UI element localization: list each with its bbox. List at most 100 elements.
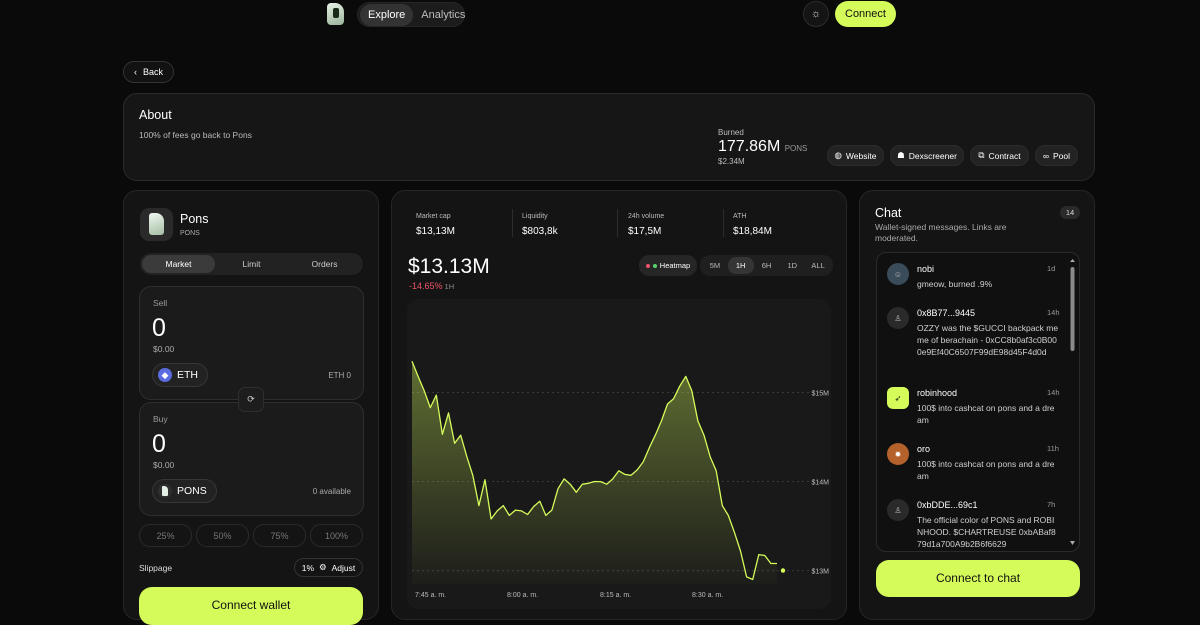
trade-panel: Pons PONS Market Limit Orders Sell 0 $0.… — [123, 190, 379, 625]
tab-market[interactable]: Market — [142, 255, 215, 273]
percent-100-button[interactable]: 100% — [310, 524, 363, 547]
website-label: Website — [845, 150, 877, 161]
sun-icon[interactable]: ☼ — [803, 1, 829, 27]
connect-to-chat-button[interactable]: Connect to chat — [876, 560, 1080, 597]
chat-subtitle: Wallet-signed messages. Links are modera… — [875, 222, 1007, 243]
message-author: robinhood — [917, 388, 958, 398]
message-author: 0xbDDE...69c1 — [917, 500, 978, 510]
back-button[interactable]: ‹ Back — [123, 61, 174, 83]
stat-liquidity-value: $803,8k — [522, 226, 558, 237]
gear-icon: ⚙ — [319, 562, 327, 572]
timeframe-6h[interactable]: 6H — [754, 257, 780, 274]
buy-label: Buy — [153, 414, 168, 424]
sell-balance: ETH 0 — [328, 371, 351, 380]
x-tick-label: 8:15 a. m. — [600, 592, 631, 599]
message-author: oro — [917, 444, 931, 454]
red-dot-icon — [645, 263, 650, 268]
app-logo[interactable] — [327, 3, 344, 25]
timeframe-1d[interactable]: 1D — [779, 257, 805, 274]
link-icon: ∞ — [1042, 150, 1050, 161]
slippage-value: 1% — [301, 562, 315, 573]
stat-divider — [512, 209, 513, 237]
chat-title: Chat — [875, 206, 902, 220]
price-change-period: 1H — [444, 282, 455, 291]
stat-liquidity-label: Liquidity — [522, 213, 548, 220]
y-tick-label: $15M — [811, 390, 829, 397]
about-title: About — [139, 108, 172, 122]
percent-75-button[interactable]: 75% — [253, 524, 306, 547]
buy-token-selector[interactable]: PONS — [152, 479, 217, 503]
message-time: 11h — [1047, 444, 1059, 453]
buy-token-label: PONS — [177, 485, 207, 497]
dexscreener-icon: ☗ — [897, 150, 905, 160]
price-chart-svg: $15M $14M $13M 7:45 a. m. 8:00 a. m. 8:15 a. … — [411, 361, 829, 599]
buy-amount-input[interactable]: 0 — [152, 430, 166, 459]
stat-volume-value: $17,5M — [628, 226, 662, 237]
refresh-icon: ⟳ — [247, 394, 255, 404]
stat-divider — [617, 209, 618, 237]
message-time: 7h — [1047, 500, 1056, 509]
message-time: 14h — [1047, 388, 1060, 397]
sell-token-selector[interactable]: ◆ ETH — [152, 363, 208, 387]
contract-label: Contract — [988, 150, 1021, 161]
chat-count-badge: 14 — [1060, 206, 1080, 219]
robinhood-avatar: ➶ — [887, 387, 909, 409]
percent-25-button[interactable]: 25% — [139, 524, 192, 547]
heatmap-toggle[interactable]: Heatmap — [639, 255, 697, 276]
burned-value: 177.86M PONS — [718, 138, 807, 156]
slippage-label: Slippage — [139, 563, 173, 573]
stat-volume-label: 24h volume — [628, 213, 665, 220]
tab-explore[interactable]: Explore — [360, 3, 414, 26]
user-icon: ♙ — [887, 499, 909, 521]
price-chart[interactable]: $15M $14M $13M 7:45 a. m. 8:00 a. m. 8:15 a. … — [407, 299, 831, 609]
chevron-left-icon: ‹ — [133, 67, 137, 77]
burned-unit: PONS — [784, 144, 808, 153]
x-tick-label: 8:00 a. m. — [507, 592, 538, 599]
sell-label: Sell — [153, 298, 168, 308]
price-change-value: -14.65% — [409, 281, 443, 291]
slippage-adjust-button[interactable]: 1% ⚙ Adjust — [294, 558, 363, 577]
tab-analytics[interactable]: Analytics — [413, 4, 473, 26]
buy-box: Buy 0 $0.00 PONS 0 available — [139, 402, 364, 516]
percent-50-button[interactable]: 50% — [196, 524, 249, 547]
pool-button[interactable]: ∞ Pool — [1035, 145, 1078, 166]
message-text: 100$ into cashcat on pons and a dream — [917, 459, 1055, 481]
message-time: 1d — [1047, 264, 1056, 273]
timeframe-all[interactable]: ALL — [805, 257, 831, 274]
x-tick-label: 8:30 a. m. — [692, 592, 723, 599]
pons-icon — [158, 484, 172, 498]
stat-market-cap-value: $13,13M — [416, 226, 455, 237]
price-area — [412, 361, 777, 584]
dexscreener-button[interactable]: ☗ Dexscreener — [890, 145, 964, 166]
stat-ath-label: ATH — [733, 213, 747, 220]
burned-usd: $2.34M — [718, 157, 745, 166]
green-dot-icon — [652, 263, 657, 268]
swap-direction-button[interactable]: ⟳ — [238, 387, 264, 412]
contract-button[interactable]: ⧉ Contract — [970, 145, 1029, 166]
timeframe-5m[interactable]: 5M — [702, 257, 728, 274]
dexscreener-label: Dexscreener — [908, 150, 957, 161]
token-name: Pons — [180, 212, 209, 226]
sell-token-label: ETH — [177, 369, 198, 381]
user-icon: ♙ — [887, 307, 909, 329]
back-label: Back — [142, 67, 163, 77]
connect-wallet-button[interactable]: Connect wallet — [139, 587, 363, 625]
sell-amount-input[interactable]: 0 — [152, 314, 166, 343]
price-change: -14.65% 1H — [409, 281, 454, 291]
tab-orders[interactable]: Orders — [288, 255, 361, 273]
about-card: About 100% of fees go back to Pons Burne… — [123, 93, 1095, 181]
eth-icon: ◆ — [158, 368, 172, 382]
pixel-avatar: ✹ — [887, 443, 909, 465]
current-price: $13.13M — [408, 255, 490, 278]
timeframe-1h[interactable]: 1H — [727, 257, 754, 274]
message-text: gmeow, burned .9% — [917, 279, 993, 289]
copy-icon: ⧉ — [978, 150, 985, 160]
pool-label: Pool — [1053, 150, 1071, 161]
tab-limit[interactable]: Limit — [215, 255, 288, 273]
heatmap-label: Heatmap — [659, 261, 691, 270]
chat-scrollbar[interactable] — [1070, 259, 1075, 545]
connect-button[interactable]: Connect — [835, 1, 896, 27]
timeframe-selector: 5M 1H 6H 1D ALL — [700, 255, 833, 276]
chat-messages[interactable]: ☺ nobi 1d gmeow, burned .9% ♙ 0x8B77...9… — [876, 252, 1080, 552]
website-button[interactable]: ◍ Website — [827, 145, 884, 166]
